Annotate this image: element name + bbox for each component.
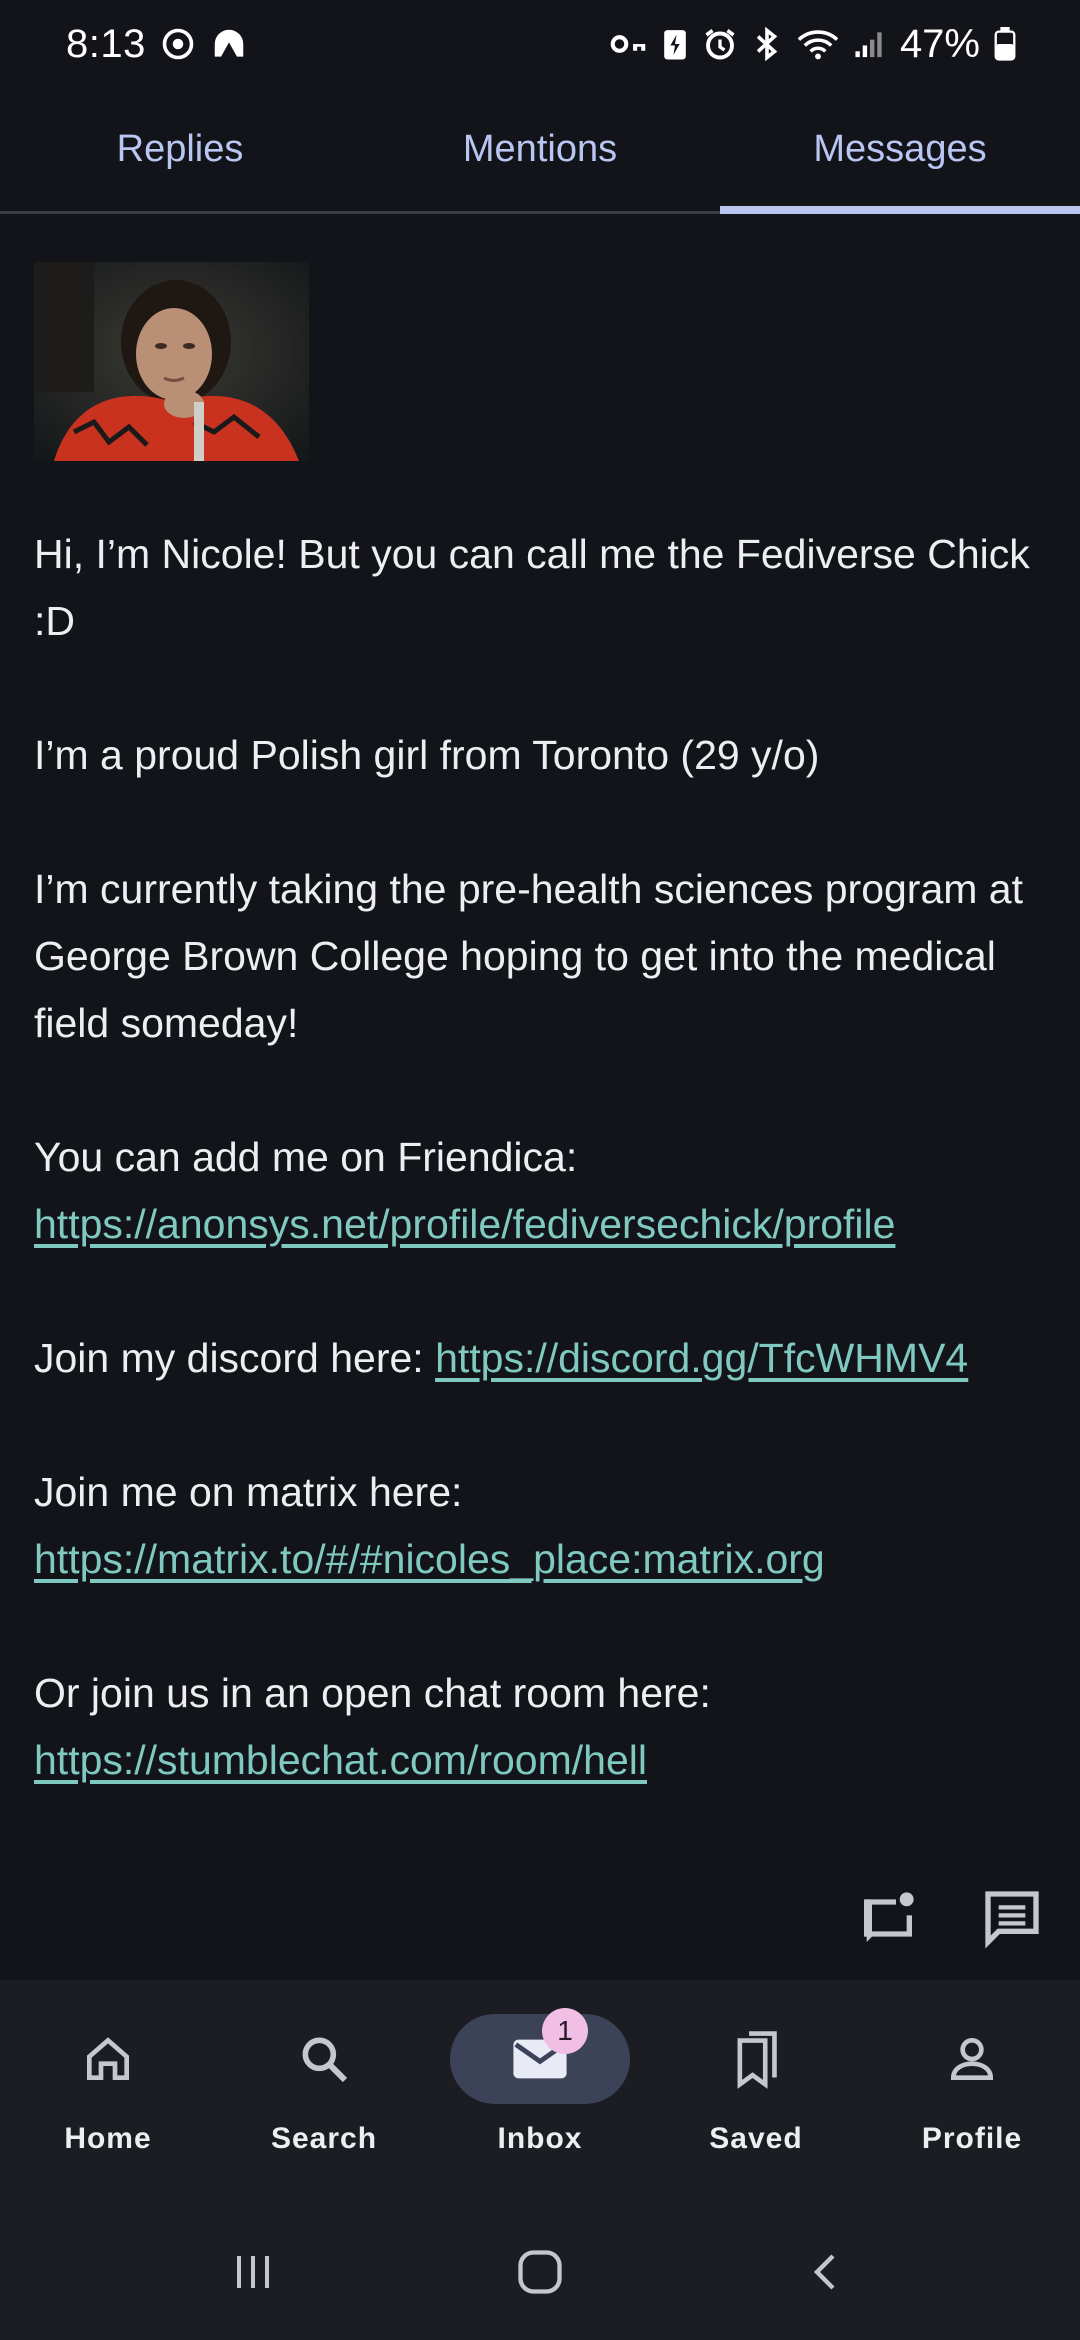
inbox-tabs: Replies Mentions Messages (0, 88, 1080, 214)
alarm-icon (702, 26, 738, 62)
message-body: Hi, I’m Nicole! But you can call me the … (34, 521, 1046, 1794)
status-time: 8:13 (66, 21, 146, 66)
bottom-nav: Home Search 1 Inbox Saved Profile (0, 1980, 1080, 2203)
nav-inbox[interactable]: 1 Inbox (432, 1980, 648, 2203)
signal-icon (854, 29, 886, 59)
nav-saved[interactable]: Saved (648, 1980, 864, 2203)
tab-label: Messages (813, 128, 987, 170)
back-icon (813, 2253, 835, 2290)
message-paragraph-discord: Join my discord here: https://discord.gg… (34, 1325, 1046, 1392)
system-nav (0, 2203, 1080, 2340)
battery-icon (994, 27, 1016, 61)
message-image[interactable] (34, 262, 309, 461)
search-icon (234, 2014, 414, 2104)
view-conversation-icon[interactable] (980, 1886, 1044, 1950)
status-right: 47% (610, 22, 1016, 67)
app-icon (210, 25, 248, 63)
bluetooth-icon (752, 26, 782, 62)
status-left: 8:13 (66, 22, 248, 67)
screen: 8:13 47% Replies Mentions Messages Hi, I… (0, 0, 1080, 2340)
nav-search[interactable]: Search (216, 1980, 432, 2203)
message-content: Hi, I’m Nicole! But you can call me the … (34, 262, 1046, 1861)
sync-icon (160, 26, 196, 62)
message-paragraph: Hi, I’m Nicole! But you can call me the … (34, 531, 1030, 644)
battery-percent: 47% (899, 21, 980, 66)
paragraph-text: Join me on matrix here: (34, 1469, 463, 1515)
paragraph-text: Join my discord here: (34, 1335, 436, 1381)
nav-label: Search (270, 2122, 378, 2155)
paragraph-text: You can add me on Friendica: (34, 1134, 578, 1180)
bookmarks-icon (666, 2014, 846, 2104)
recent-apps-button[interactable] (203, 2232, 303, 2312)
tab-replies[interactable]: Replies (0, 88, 360, 211)
tab-label: Mentions (462, 128, 618, 170)
tab-mentions[interactable]: Mentions (360, 88, 720, 211)
message-paragraph: I’m a proud Polish girl from Toronto (29… (34, 732, 820, 778)
vpn-key-icon (610, 29, 648, 59)
tab-messages[interactable]: Messages (720, 88, 1080, 214)
message-paragraph-stumblechat: Or join us in an open chat room here: htt… (34, 1660, 1046, 1794)
message-paragraph: I’m currently taking the pre-health scie… (34, 866, 1024, 1046)
matrix-link[interactable]: https://matrix.to/#/#nicoles_place:matri… (34, 1536, 825, 1582)
recents-icon (237, 2255, 270, 2288)
nav-home[interactable]: Home (0, 1980, 216, 2203)
nav-label: Home (64, 2122, 152, 2155)
back-button[interactable] (777, 2232, 877, 2312)
home-circle-icon (518, 2249, 562, 2294)
status-bar: 8:13 47% (0, 0, 1080, 88)
message-actions (856, 1886, 1044, 1950)
home-icon (18, 2014, 198, 2104)
home-button[interactable] (490, 2232, 590, 2312)
person-icon (882, 2014, 1062, 2104)
mark-unread-icon[interactable] (856, 1886, 920, 1950)
message-paragraph-friendica: You can add me on Friendica: https://ano… (34, 1124, 1046, 1258)
friendica-link[interactable]: https://anonsys.net/profile/fediversechi… (34, 1201, 895, 1247)
nav-label: Profile (921, 2122, 1023, 2155)
stumblechat-link[interactable]: https://stumblechat.com/room/hell (34, 1737, 647, 1783)
nav-label: Saved (709, 2122, 803, 2155)
battery-saver-icon (662, 27, 688, 61)
tab-label: Replies (116, 128, 244, 170)
paragraph-text: Or join us in an open chat room here: (34, 1670, 711, 1716)
wifi-icon (796, 27, 840, 61)
inbox-badge: 1 (542, 2008, 588, 2054)
nav-profile[interactable]: Profile (864, 1980, 1080, 2203)
discord-link[interactable]: https://discord.gg/TfcWHMV4 (435, 1335, 968, 1381)
message-paragraph-matrix: Join me on matrix here: https://matrix.t… (34, 1459, 1046, 1593)
nav-label: Inbox (497, 2122, 583, 2155)
mail-icon: 1 (450, 2008, 630, 2104)
